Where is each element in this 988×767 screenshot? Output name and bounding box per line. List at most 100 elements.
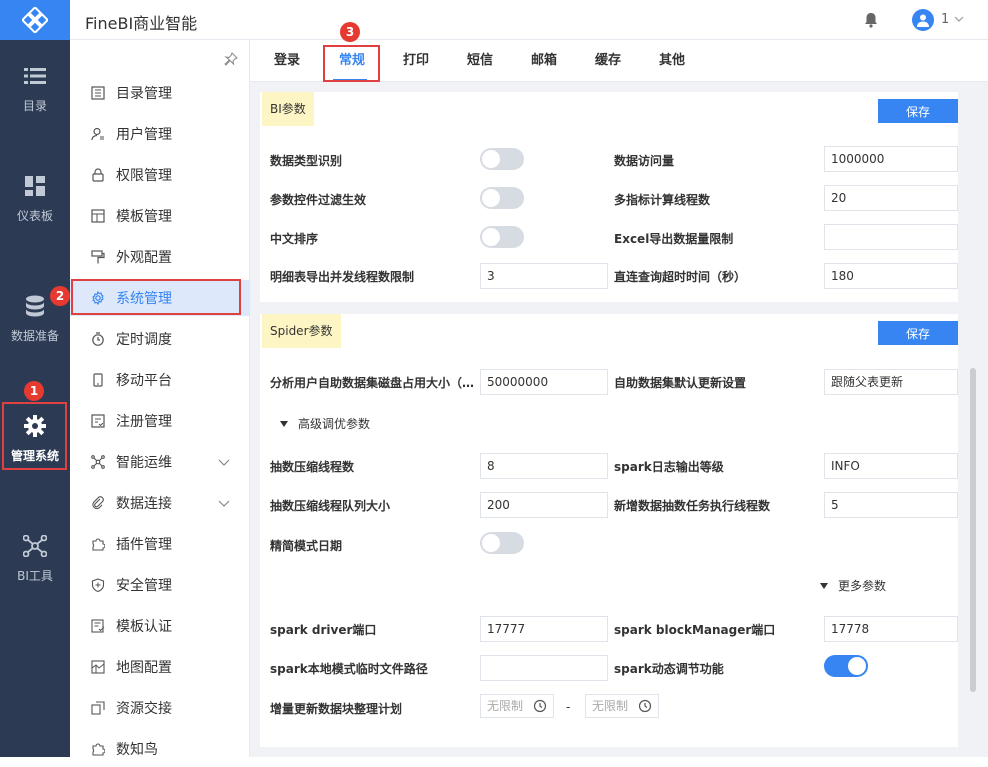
- data-access-input[interactable]: 1000000: [824, 146, 958, 172]
- tab-email[interactable]: 邮箱: [531, 40, 557, 82]
- nav-item-catalog[interactable]: 目录: [0, 48, 70, 128]
- field-label: 数据访问量: [614, 154, 675, 168]
- app-title: FineBI商业智能: [85, 14, 198, 33]
- tab-general[interactable]: 常规: [339, 40, 365, 82]
- spark-driver-port-input[interactable]: 17777: [480, 616, 608, 642]
- data-type-toggle[interactable]: [480, 148, 524, 170]
- sub-item-appearance[interactable]: 外观配置: [70, 239, 250, 275]
- step-badge: 2: [50, 286, 70, 306]
- puzzle-icon: [92, 538, 105, 551]
- field-label: 数据类型识别: [270, 154, 343, 168]
- multi-index-threads-input[interactable]: 20: [824, 185, 958, 211]
- extract-threads-input[interactable]: 8: [480, 453, 608, 479]
- tab-login[interactable]: 登录: [274, 40, 300, 82]
- field-label: 新增数据抽数任务执行线程数: [614, 499, 771, 513]
- extract-queue-input[interactable]: 200: [480, 492, 608, 518]
- app-logo[interactable]: [0, 0, 70, 40]
- disk-usage-input[interactable]: 50000000: [480, 369, 608, 395]
- excel-export-limit-input[interactable]: [824, 224, 958, 250]
- chevron-down-icon[interactable]: [218, 497, 230, 509]
- more-params-toggle[interactable]: 更多参数: [820, 577, 886, 594]
- network-icon: [91, 455, 105, 469]
- time-end-input[interactable]: 无限制: [585, 694, 659, 718]
- sub-item-permissions[interactable]: 权限管理: [70, 157, 250, 193]
- sub-item-security[interactable]: 安全管理: [70, 567, 250, 603]
- map-icon: [91, 660, 105, 674]
- user-icon: [917, 14, 929, 27]
- sub-item-label: 数知鸟: [116, 742, 158, 758]
- chevron-down-icon[interactable]: [218, 456, 230, 468]
- sub-nav: 目录管理 用户管理 权限管理 模板管理 外观配置 系统管理 定时调度 移动平台 …: [70, 40, 250, 758]
- tab-bar: 登录 常规 打印 短信 邮箱 缓存 其他: [250, 40, 988, 82]
- detail-export-threads-input[interactable]: 3: [480, 263, 608, 289]
- simple-date-toggle[interactable]: [480, 532, 524, 554]
- sub-item-schedule[interactable]: 定时调度: [70, 321, 250, 357]
- nav-item-admin[interactable]: 管理系统: [0, 398, 70, 478]
- time-placeholder: 无限制: [487, 699, 524, 713]
- field-label: spark日志输出等级: [614, 460, 724, 474]
- chevron-down-icon[interactable]: [954, 14, 964, 24]
- sub-item-label: 地图配置: [116, 660, 172, 676]
- advanced-params-toggle[interactable]: 高级调优参数: [280, 415, 370, 432]
- more-label: 更多参数: [838, 579, 887, 593]
- default-update-select[interactable]: 跟随父表更新: [824, 369, 958, 395]
- sub-item-template-cert[interactable]: 模板认证: [70, 608, 250, 644]
- tab-other[interactable]: 其他: [659, 40, 685, 82]
- tab-print[interactable]: 打印: [403, 40, 429, 82]
- sub-item-catalog[interactable]: 目录管理: [70, 75, 250, 111]
- bell-icon[interactable]: [864, 12, 878, 28]
- sub-item-users[interactable]: 用户管理: [70, 116, 250, 152]
- tab-cache[interactable]: 缓存: [595, 40, 621, 82]
- template-icon: [91, 209, 105, 223]
- nav-item-bi-tools[interactable]: BI工具: [0, 518, 70, 598]
- sub-item-map[interactable]: 地图配置: [70, 649, 250, 685]
- sub-item-label: 外观配置: [116, 250, 172, 266]
- user-name[interactable]: 1: [941, 12, 949, 27]
- sub-item-connections[interactable]: 数据连接: [70, 485, 250, 521]
- sub-item-templates[interactable]: 模板管理: [70, 198, 250, 234]
- field-label: spark blockManager端口: [614, 623, 776, 637]
- new-extract-threads-input[interactable]: 5: [824, 492, 958, 518]
- gear-icon: [24, 414, 46, 437]
- sub-item-mobile[interactable]: 移动平台: [70, 362, 250, 398]
- catalog-icon: [91, 86, 105, 100]
- sub-item-handover[interactable]: 资源交接: [70, 690, 250, 726]
- sub-item-zhiniao[interactable]: 数知鸟: [70, 731, 250, 767]
- field-label: Excel导出数据量限制: [614, 232, 734, 246]
- sub-item-label: 注册管理: [116, 414, 172, 430]
- sub-item-system[interactable]: 系统管理: [70, 280, 250, 316]
- nav-label: 仪表板: [16, 208, 53, 223]
- sub-item-ops[interactable]: 智能运维: [70, 444, 250, 480]
- sub-item-registration[interactable]: 注册管理: [70, 403, 250, 439]
- step-badge: 3: [340, 22, 360, 42]
- time-start-input[interactable]: 无限制: [480, 694, 554, 718]
- sub-item-plugins[interactable]: 插件管理: [70, 526, 250, 562]
- field-label: 增量更新数据块整理计划: [270, 702, 403, 716]
- query-timeout-input[interactable]: 180: [824, 263, 958, 289]
- sub-item-label: 目录管理: [116, 86, 172, 102]
- avatar[interactable]: [912, 9, 934, 31]
- spark-log-level-select[interactable]: INFO: [824, 453, 958, 479]
- spark-dynamic-toggle[interactable]: [824, 655, 868, 677]
- pin-icon[interactable]: [224, 52, 238, 66]
- sub-item-label: 插件管理: [116, 537, 172, 553]
- logo-icon: [22, 7, 48, 33]
- sub-item-label: 用户管理: [116, 127, 172, 143]
- step-badge: 1: [24, 381, 44, 401]
- nav-label: 管理系统: [10, 448, 59, 463]
- param-filter-toggle[interactable]: [480, 187, 524, 209]
- panel-title: Spider参数: [262, 314, 341, 348]
- time-placeholder: 无限制: [592, 699, 629, 713]
- save-button[interactable]: 保存: [878, 321, 958, 345]
- sub-item-label: 资源交接: [116, 701, 172, 717]
- top-bar: FineBI商业智能 1: [0, 0, 988, 40]
- chinese-sort-toggle[interactable]: [480, 226, 524, 248]
- spark-block-port-input[interactable]: 17778: [824, 616, 958, 642]
- scrollbar[interactable]: [970, 368, 976, 692]
- save-button[interactable]: 保存: [878, 99, 958, 123]
- tab-sms[interactable]: 短信: [467, 40, 493, 82]
- range-separator: -: [566, 700, 571, 714]
- spark-local-path-input[interactable]: [480, 655, 608, 681]
- sub-item-label: 定时调度: [116, 332, 172, 348]
- nav-item-dashboard[interactable]: 仪表板: [0, 158, 70, 238]
